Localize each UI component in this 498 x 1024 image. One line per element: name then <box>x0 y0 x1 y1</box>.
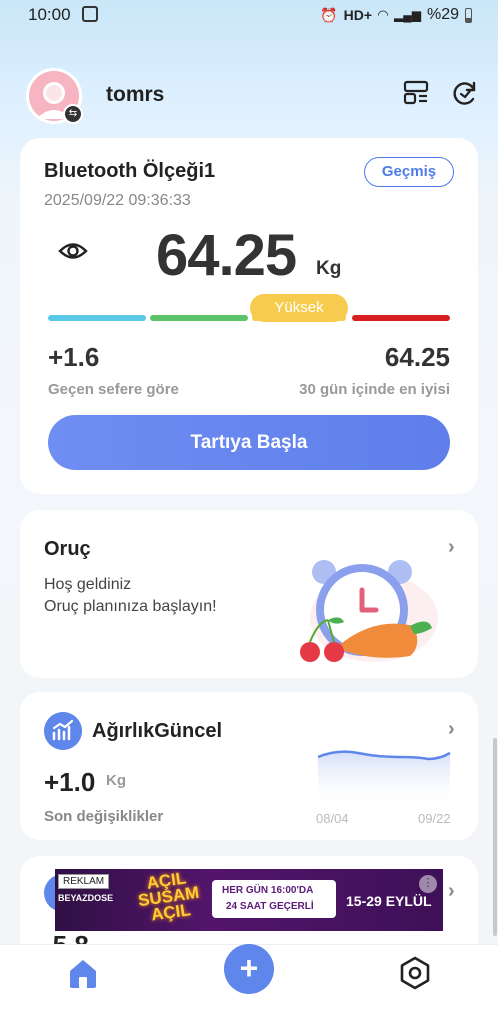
battery-icon <box>465 7 472 23</box>
ad-logo: AÇIL SUSAM AÇIL <box>135 868 202 925</box>
switch-user-badge[interactable]: ⇆ <box>63 104 83 124</box>
layout-icon[interactable] <box>403 80 429 106</box>
signal-icon: ▂▄▆ <box>394 8 421 22</box>
home-icon[interactable] <box>66 956 100 990</box>
chevron-right-icon[interactable]: › <box>448 718 455 741</box>
sparkline-end-date: 09/22 <box>418 811 451 826</box>
weight-sparkline <box>318 750 451 807</box>
ad-brand: BEYAZDOSE <box>58 893 114 903</box>
scrollbar[interactable] <box>493 738 497 936</box>
level-bar-very-high <box>352 315 450 321</box>
wifi-icon: ◠ <box>378 7 388 22</box>
weight-unit: Kg <box>316 258 342 279</box>
best-label: 30 gün içinde en iyisi <box>299 381 450 398</box>
level-tag: Yüksek <box>250 294 348 322</box>
weight-change-label: Son değişiklikler <box>44 808 164 825</box>
plus-icon[interactable]: + <box>224 944 274 994</box>
ad-info-line1: HER GÜN 16:00'DA <box>222 885 314 896</box>
settings-icon[interactable] <box>398 956 432 990</box>
delta-label: Geçen sefere göre <box>48 381 179 398</box>
weight-change-unit: Kg <box>106 772 126 789</box>
level-bar-normal <box>150 315 248 321</box>
fasting-prompt: Oruç planınıza başlayın! <box>44 598 217 615</box>
eye-icon[interactable] <box>58 240 88 262</box>
fasting-title: Oruç <box>44 538 91 560</box>
status-bar: 10:00 ⏰ HD+ ◠ ▂▄▆ %29 <box>0 0 498 30</box>
ad-more-icon[interactable]: ⋮ <box>419 875 437 893</box>
status-time: 10:00 <box>28 5 71 24</box>
alarm-icon: ⏰ <box>320 6 338 23</box>
screenshot-icon <box>82 6 98 22</box>
ad-info-line2: 24 SAAT GEÇERLİ <box>226 901 314 912</box>
status-icons: ⏰ HD+ ◠ ▂▄▆ %29 <box>320 6 472 24</box>
battery-text: %29 <box>426 6 459 23</box>
chevron-right-icon[interactable]: › <box>448 880 455 903</box>
history-button[interactable]: Geçmiş <box>364 157 454 187</box>
weight-change-value: +1.0 <box>44 767 96 797</box>
network-label: HD+ <box>343 7 372 23</box>
weight-value: 64.25 <box>156 223 297 288</box>
start-weighing-button[interactable]: Tartıya Başla <box>48 415 450 470</box>
trend-icon <box>44 712 82 750</box>
best-value: 64.25 <box>384 342 450 372</box>
username: tomrs <box>106 83 165 106</box>
fasting-welcome: Hoş geldiniz <box>44 576 132 593</box>
ad-dates: 15-29 EYLÜL <box>346 893 432 909</box>
sync-icon[interactable] <box>452 80 478 106</box>
ad-tag: REKLAM <box>58 874 110 889</box>
chevron-right-icon[interactable]: › <box>448 536 455 559</box>
sparkline-start-date: 08/04 <box>316 811 349 826</box>
scale-date: 2025/09/22 09:36:33 <box>44 192 191 209</box>
fasting-illustration <box>300 560 438 662</box>
weight-trend-title: AğırlıkGüncel <box>92 720 223 742</box>
delta-value: +1.6 <box>48 342 100 372</box>
scale-title: Bluetooth Ölçeği1 <box>44 160 216 182</box>
level-bar-low <box>48 315 146 321</box>
